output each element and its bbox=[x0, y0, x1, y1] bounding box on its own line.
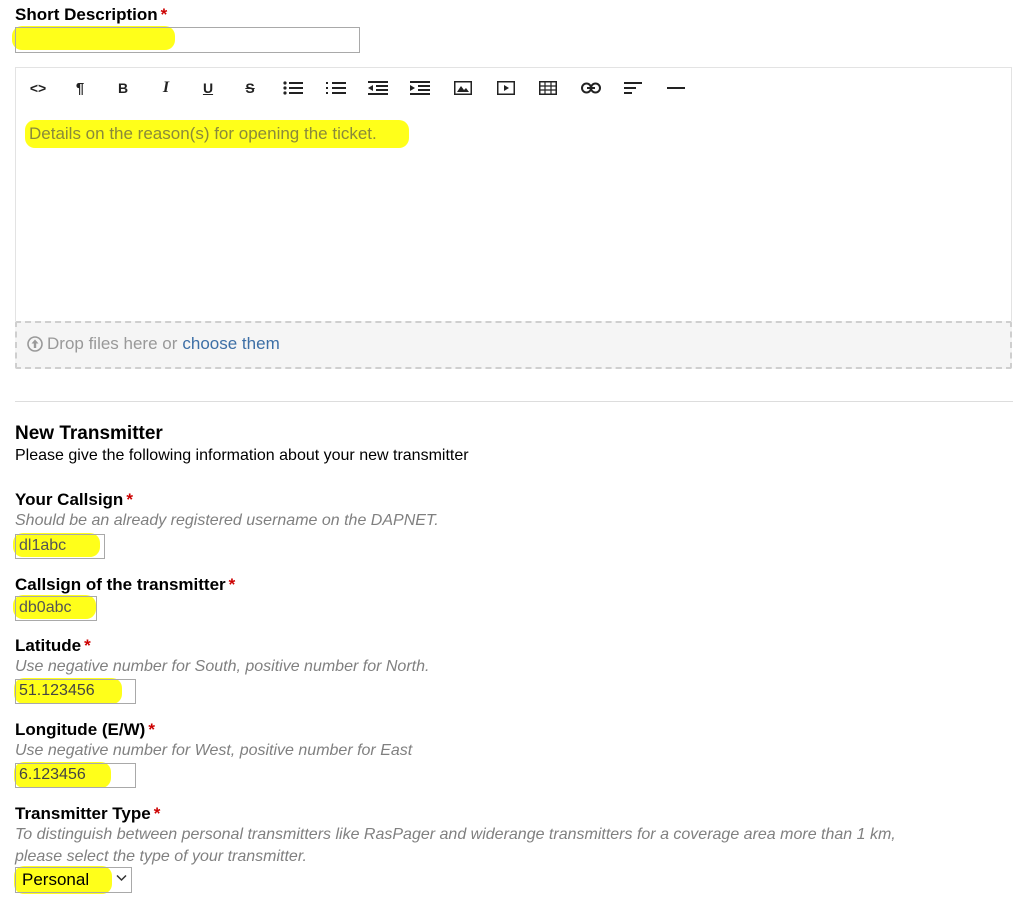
underline-icon[interactable]: U bbox=[194, 76, 222, 100]
short-description-label: Short Description * bbox=[15, 5, 167, 25]
short-description-input[interactable] bbox=[15, 27, 360, 53]
transmitter-type-hint-line1: To distinguish between personal transmit… bbox=[15, 826, 896, 843]
latitude-input[interactable]: 51.123456 bbox=[15, 679, 136, 704]
rich-text-editor: <> ¶ B I U S Details on the reason(s) fo… bbox=[15, 67, 1012, 369]
video-icon[interactable] bbox=[492, 76, 520, 100]
required-mark: * bbox=[153, 804, 161, 823]
bold-icon[interactable]: B bbox=[109, 76, 137, 100]
dropzone-content: Drop files here or choose them bbox=[27, 334, 280, 354]
latitude-label-text: Latitude bbox=[15, 636, 82, 655]
chevron-down-icon bbox=[116, 874, 127, 882]
your-callsign-label: Your Callsign * bbox=[15, 490, 133, 510]
transmitter-type-hint-line2: please select the type of your transmitt… bbox=[15, 848, 307, 865]
short-description-label-text: Short Description bbox=[15, 5, 158, 24]
editor-toolbar: <> ¶ B I U S bbox=[15, 67, 1012, 109]
horizontal-rule-icon[interactable] bbox=[662, 76, 690, 100]
longitude-label-text: Longitude (E/W) bbox=[15, 720, 146, 739]
transmitter-type-selected: Personal bbox=[22, 870, 90, 889]
outdent-icon[interactable] bbox=[364, 76, 392, 100]
link-icon[interactable] bbox=[577, 76, 605, 100]
italic-icon[interactable]: I bbox=[152, 76, 180, 100]
required-mark: * bbox=[126, 490, 133, 509]
paragraph-icon[interactable]: ¶ bbox=[66, 76, 94, 100]
transmitter-callsign-input[interactable]: db0abc bbox=[15, 596, 97, 621]
upload-icon bbox=[27, 336, 43, 352]
choose-files-link[interactable]: choose them bbox=[182, 334, 279, 354]
your-callsign-input[interactable]: dl1abc bbox=[15, 534, 105, 559]
indent-icon[interactable] bbox=[406, 76, 434, 100]
required-mark: * bbox=[160, 5, 168, 24]
section-divider bbox=[15, 401, 1013, 402]
image-icon[interactable] bbox=[449, 76, 477, 100]
longitude-hint: Use negative number for West, positive n… bbox=[15, 742, 413, 759]
editor-content-area[interactable]: Details on the reason(s) for opening the… bbox=[15, 108, 1012, 321]
transmitter-type-label: Transmitter Type * bbox=[15, 804, 160, 824]
latitude-hint: Use negative number for South, positive … bbox=[15, 658, 430, 675]
strikethrough-icon[interactable]: S bbox=[236, 76, 264, 100]
required-mark: * bbox=[148, 720, 155, 739]
numbered-list-icon[interactable] bbox=[322, 76, 350, 100]
transmitter-callsign-label: Callsign of the transmitter * bbox=[15, 575, 235, 595]
table-icon[interactable] bbox=[534, 76, 562, 100]
longitude-label: Longitude (E/W) * bbox=[15, 720, 155, 740]
required-mark: * bbox=[84, 636, 91, 655]
editor-placeholder: Details on the reason(s) for opening the… bbox=[29, 124, 377, 143]
transmitter-type-label-text: Transmitter Type bbox=[15, 804, 151, 823]
file-dropzone[interactable]: Drop files here or choose them bbox=[15, 321, 1012, 369]
bullet-list-icon[interactable] bbox=[279, 76, 307, 100]
transmitter-callsign-label-text: Callsign of the transmitter bbox=[15, 575, 226, 594]
section-title: New Transmitter bbox=[15, 423, 163, 444]
latitude-label: Latitude * bbox=[15, 636, 91, 656]
longitude-input[interactable]: 6.123456 bbox=[15, 763, 136, 788]
section-subtitle: Please give the following information ab… bbox=[15, 447, 469, 464]
dropzone-text: Drop files here or bbox=[47, 334, 178, 353]
code-icon[interactable]: <> bbox=[24, 76, 52, 100]
required-mark: * bbox=[228, 575, 236, 594]
align-icon[interactable] bbox=[619, 76, 647, 100]
your-callsign-label-text: Your Callsign bbox=[15, 490, 124, 509]
your-callsign-hint: Should be an already registered username… bbox=[15, 512, 439, 529]
transmitter-type-select[interactable]: Personal bbox=[15, 867, 132, 893]
